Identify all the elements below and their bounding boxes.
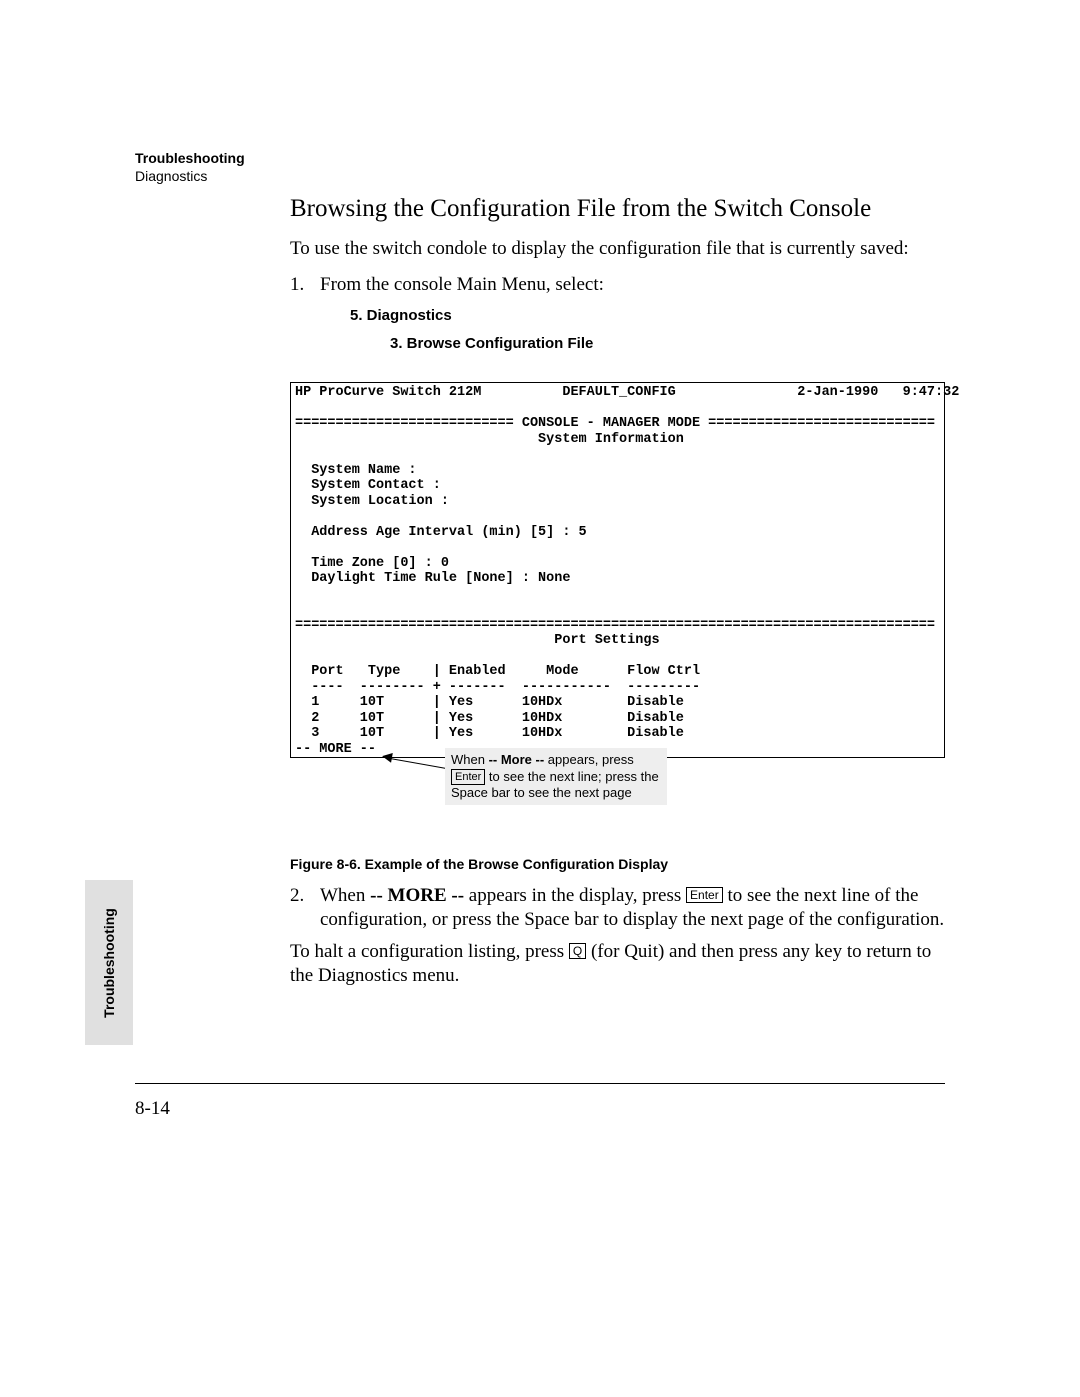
console-line: ---- -------- + ------- ----------- ----…	[295, 680, 700, 695]
section-title: Browsing the Configuration File from the…	[290, 195, 945, 223]
enter-key-icon: Enter	[686, 887, 723, 903]
callout-text: appears, press	[544, 752, 634, 767]
step-2-bold: -- MORE --	[370, 885, 464, 906]
enter-key-icon: Enter	[451, 769, 485, 785]
step-2-number: 2.	[290, 884, 320, 932]
footer-rule	[135, 1083, 945, 1084]
console-line: -- MORE --	[295, 742, 376, 757]
console-screenshot: HP ProCurve Switch 212M DEFAULT_CONFIG 2…	[290, 382, 945, 758]
console-line: Address Age Interval (min) [5] : 5	[295, 525, 587, 540]
menu-item-browse-config: 3. Browse Configuration File	[390, 335, 945, 354]
console-line: 1 10T | Yes 10HDx Disable	[295, 695, 684, 710]
console-line: System Location :	[295, 494, 449, 509]
console-line: =========================== CONSOLE - MA…	[295, 416, 935, 431]
console-line: ========================================…	[295, 618, 935, 633]
menu-item-diagnostics: 5. Diagnostics	[350, 307, 945, 326]
main-content: Browsing the Configuration File from the…	[290, 195, 945, 999]
callout-text: When	[451, 752, 489, 767]
console-line: System Name :	[295, 463, 417, 478]
console-line: 2 10T | Yes 10HDx Disable	[295, 711, 684, 726]
side-tab: Troubleshooting	[85, 880, 133, 1045]
callout-bold: -- More --	[489, 752, 545, 767]
console-line: Daylight Time Rule [None] : None	[295, 571, 570, 586]
callout-box: When -- More -- appears, press Enter to …	[445, 748, 667, 805]
step-1: 1. From the console Main Menu, select: 5…	[290, 273, 945, 364]
console-line: HP ProCurve Switch 212M DEFAULT_CONFIG 2…	[295, 385, 959, 400]
callout: When -- More -- appears, press Enter to …	[290, 756, 945, 826]
console-line: Port Settings	[295, 633, 660, 648]
step-1-text: From the console Main Menu, select:	[320, 274, 604, 295]
side-tab-label: Troubleshooting	[101, 908, 117, 1018]
console-line: 3 10T | Yes 10HDx Disable	[295, 726, 684, 741]
console-line: Time Zone [0] : 0	[295, 556, 449, 571]
console-line: System Contact :	[295, 478, 441, 493]
step-2-text: appears in the display, press	[464, 885, 686, 906]
header-section: Diagnostics	[135, 168, 245, 184]
console-line: Port Type | Enabled Mode Flow Ctrl	[295, 664, 700, 679]
halt-paragraph: To halt a configuration listing, press Q…	[290, 940, 945, 988]
step-2-body: When -- MORE -- appears in the display, …	[320, 884, 945, 932]
q-key-icon: Q	[569, 943, 586, 959]
running-header: Troubleshooting Diagnostics	[135, 150, 245, 184]
intro-paragraph: To use the switch condole to display the…	[290, 237, 945, 261]
header-chapter: Troubleshooting	[135, 150, 245, 166]
step-2: 2. When -- MORE -- appears in the displa…	[290, 884, 945, 932]
halt-text: To halt a configuration listing, press	[290, 941, 569, 962]
step-1-body: From the console Main Menu, select: 5. D…	[320, 273, 945, 364]
step-2-text: When	[320, 885, 370, 906]
callout-leader-line	[390, 758, 447, 769]
page-number: 8-14	[135, 1098, 170, 1120]
figure-caption: Figure 8-6. Example of the Browse Config…	[290, 856, 945, 872]
console-line: System Information	[295, 432, 684, 447]
step-1-number: 1.	[290, 273, 320, 364]
